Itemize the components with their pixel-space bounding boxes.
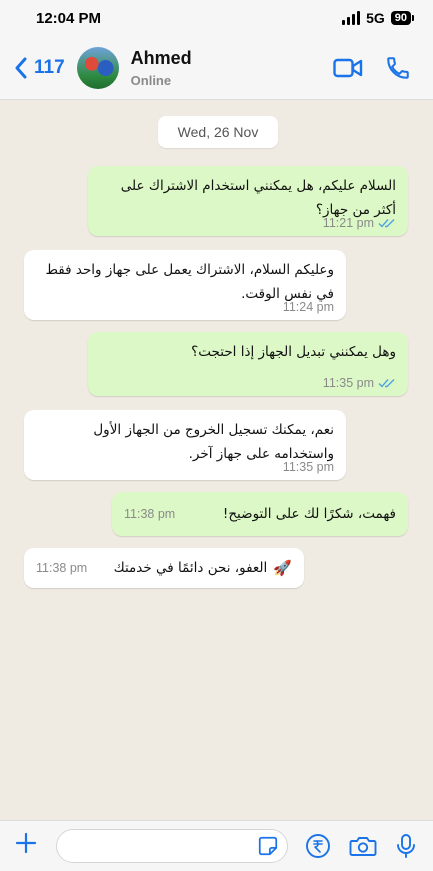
status-bar: 12:04 PM 5G 90 [0,0,433,36]
message-time: 11:35 pm [322,376,374,390]
message-bubble-outgoing[interactable]: السلام عليكم، هل يمكنني استخدام الاشتراك… [88,166,408,236]
rupee-icon[interactable] [305,833,331,859]
status-time: 12:04 PM [36,9,102,27]
phone-icon[interactable] [385,55,411,81]
read-ticks-icon [378,219,395,228]
message-text: نعم، يمكنك تسجيل الخروج من الجهاز الأول … [93,422,334,462]
message-meta: 11:38 pm [36,561,87,575]
message-bubble-incoming[interactable]: وعليكم السلام، الاشتراك يعمل على جهاز وا… [24,250,346,320]
message-meta: 11:24 pm [283,300,334,314]
contact-status: Online [130,72,172,88]
signal-icon [342,11,361,25]
message-bubble-incoming[interactable]: نعم، يمكنك تسجيل الخروج من الجهاز الأول … [24,410,346,480]
unread-count: 117 [34,56,65,78]
plus-glyph [15,832,37,854]
camera-icon[interactable] [349,834,377,858]
chat-area[interactable]: Wed, 26 Nov السلام عليكم، هل يمكنني استخ… [0,100,433,820]
message-text-wrap: العفو، نحن دائمًا في خدمتك 🚀 [114,556,292,580]
message-input-wrapper[interactable] [56,829,288,863]
sticker-icon[interactable] [257,835,279,857]
read-ticks-icon [378,379,395,388]
message-meta: 11:35 pm [283,460,334,474]
message-meta: 11:21 pm [323,216,396,230]
message-text: وهل يمكنني تبديل الجهاز إذا احتجت؟ [191,344,396,360]
date-separator: Wed, 26 Nov [158,116,278,148]
back-chevron-icon [15,57,27,78]
video-call-icon[interactable] [333,57,363,79]
message-input[interactable] [57,838,257,854]
message-time: 11:38 pm [124,507,176,521]
message-meta: 11:35 pm [323,376,396,390]
message-time: 11:21 pm [322,216,374,230]
battery-icon: 90 [390,11,415,25]
rocket-emoji: 🚀 [273,559,292,577]
microphone-icon[interactable] [395,833,417,859]
message-bubble-outgoing[interactable]: فهمت، شكرًا لك على التوضيح! 11:38 pm [112,492,408,536]
message-meta: 11:38 pm [124,507,175,521]
message-text: السلام عليكم، هل يمكنني استخدام الاشتراك… [120,178,396,218]
chat-header: 117 Ahmed Online [0,36,433,100]
plus-icon[interactable] [12,830,40,862]
contact-info[interactable]: Ahmed Online [131,48,192,88]
message-text: وعليكم السلام، الاشتراك يعمل على جهاز وا… [45,262,334,302]
avatar[interactable] [76,46,119,89]
message-time: 11:35 pm [282,460,334,474]
message-text: فهمت، شكرًا لك على التوضيح! [222,506,396,522]
message-time: 11:38 pm [36,561,88,575]
message-bubble-outgoing[interactable]: وهل يمكنني تبديل الجهاز إذا احتجت؟ 11:35… [88,332,408,396]
message-bubble-incoming[interactable]: العفو، نحن دائمًا في خدمتك 🚀 11:38 pm [24,548,304,588]
status-indicators: 5G 90 [342,10,415,26]
message-time: 11:24 pm [282,300,334,314]
composer-bar [0,820,433,871]
message-text: العفو، نحن دائمًا في خدمتك [113,560,268,576]
network-type: 5G [366,10,385,26]
contact-name: Ahmed [130,47,192,68]
back-button[interactable]: 117 [14,57,65,79]
